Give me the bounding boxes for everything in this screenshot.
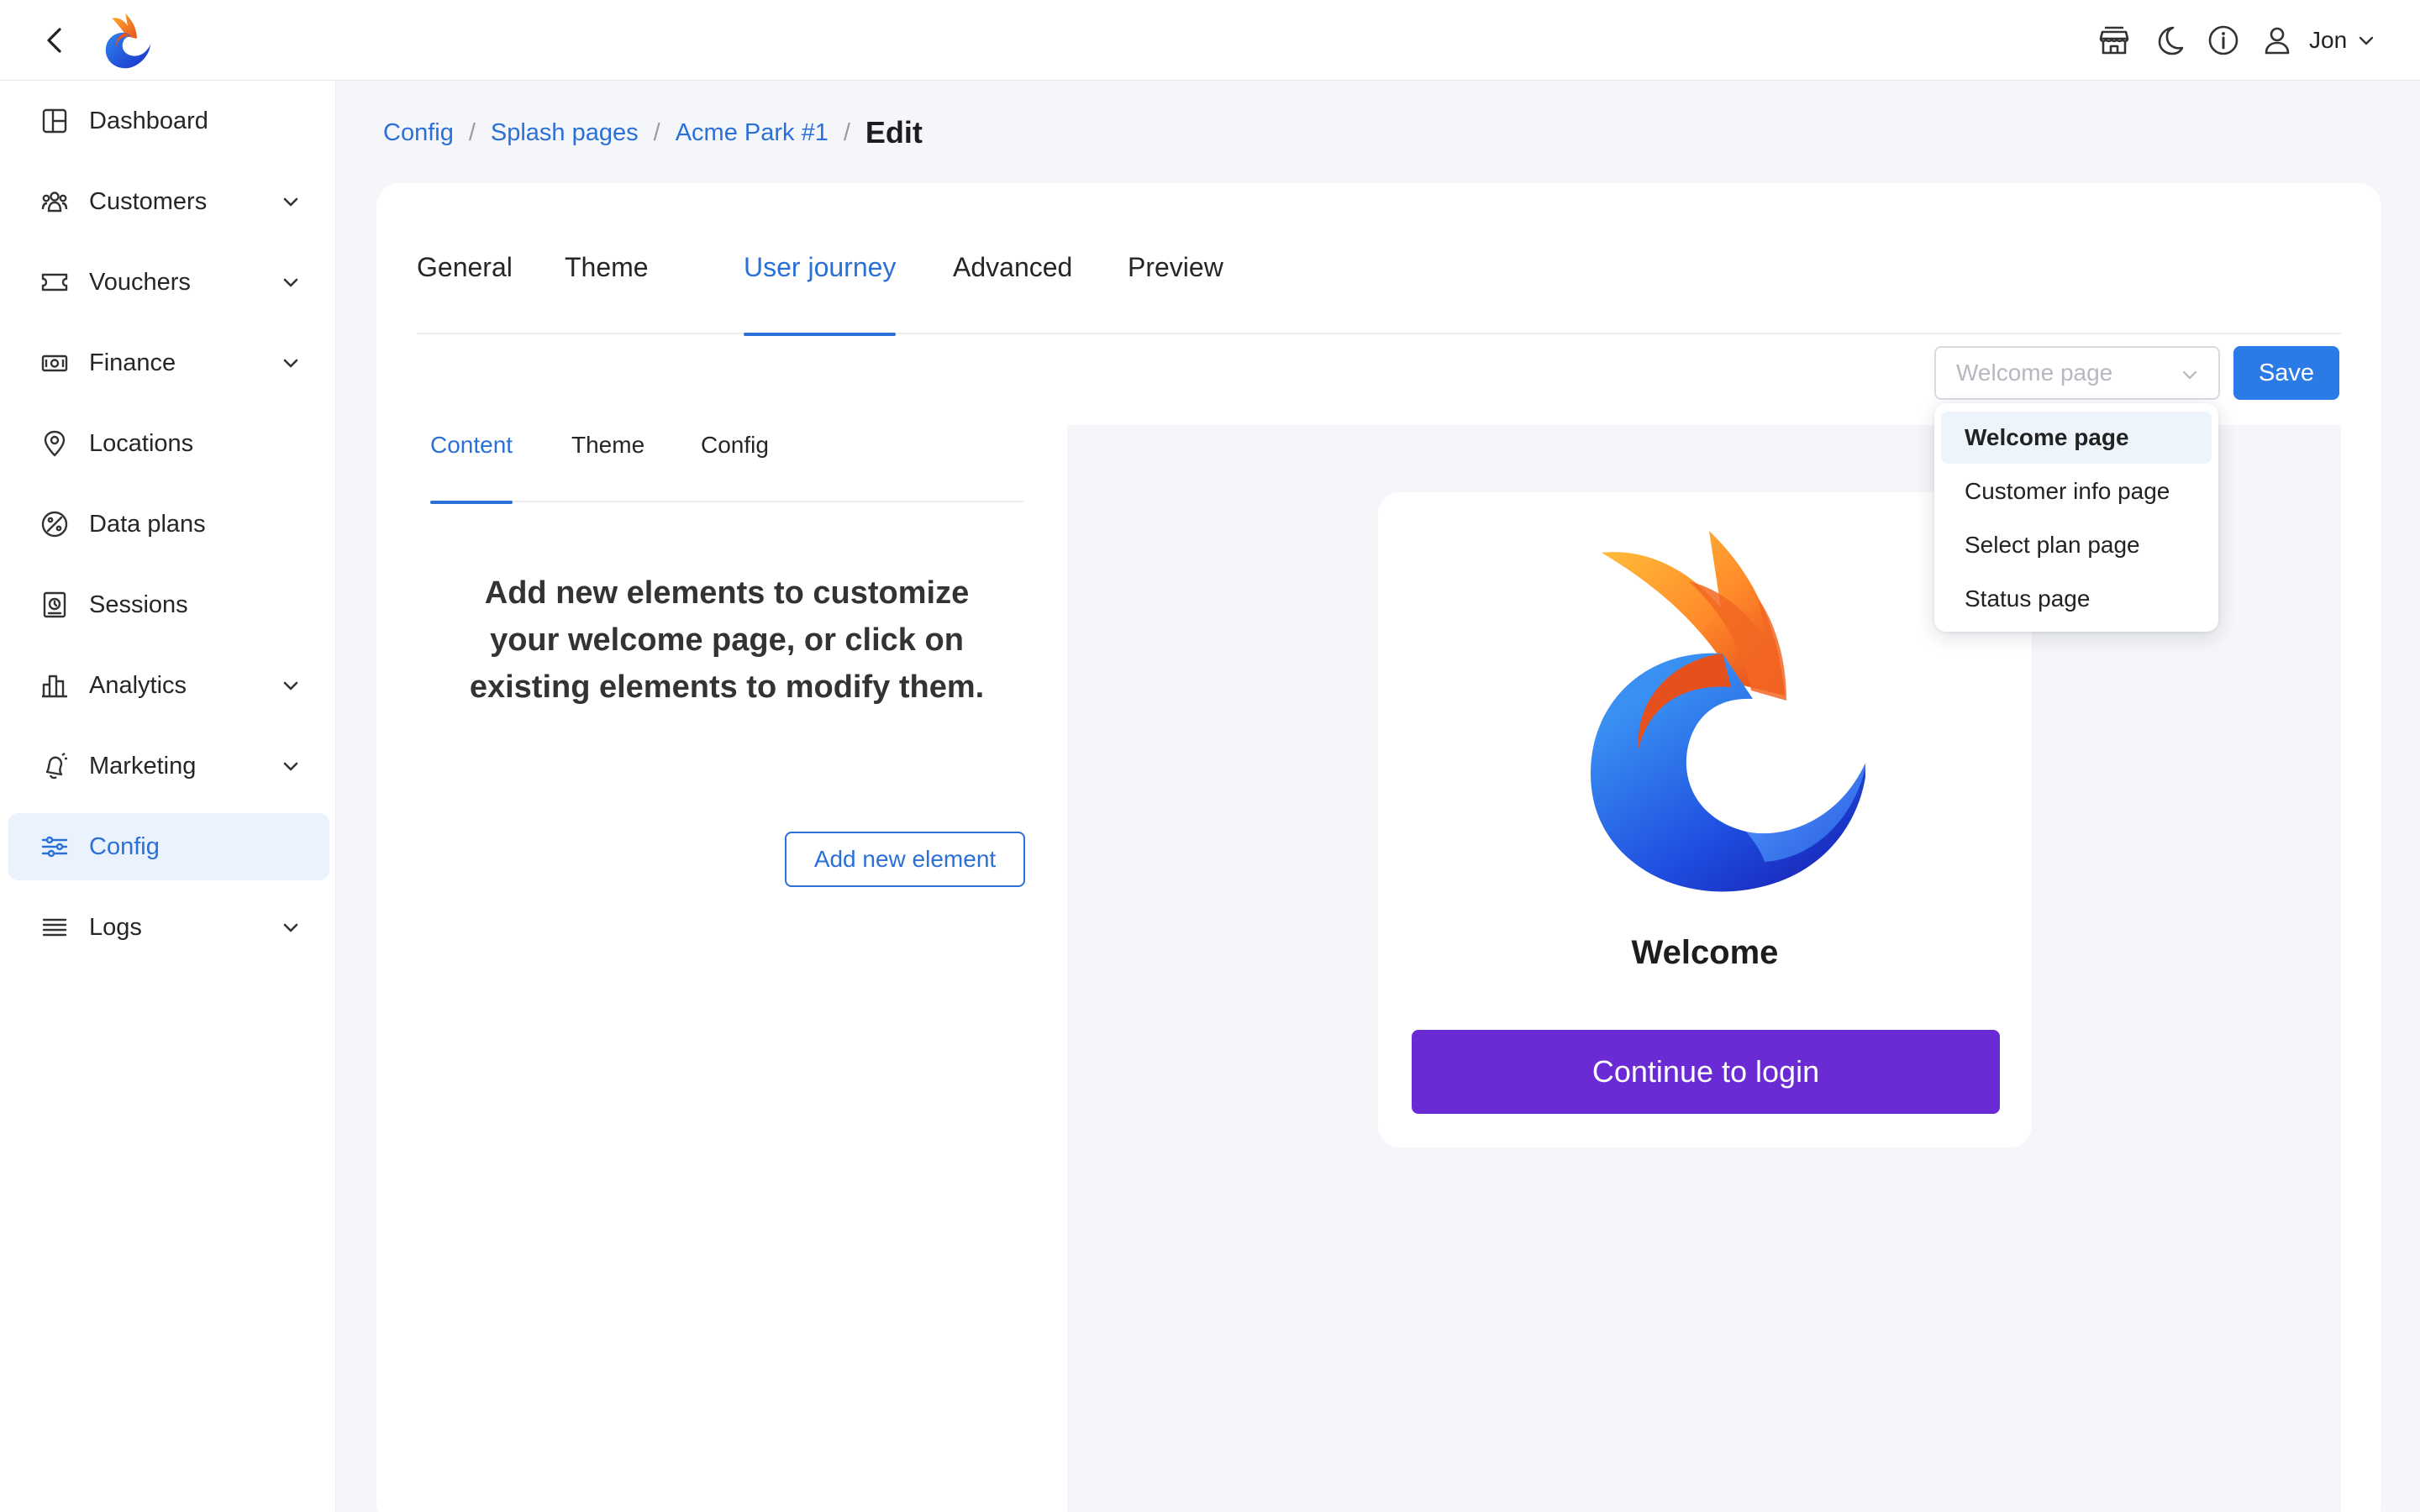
editor-subtab-bar: Content Theme Config (430, 432, 1023, 504)
preview-logo[interactable] (1563, 522, 1865, 904)
breadcrumb-separator: / (843, 118, 850, 146)
sidebar-item-label: Sessions (89, 591, 188, 618)
back-arrow-icon[interactable] (39, 24, 72, 57)
chevron-down-icon (281, 353, 301, 373)
ticket-icon (40, 268, 69, 297)
editor-hint: Add new elements to customize your welco… (469, 575, 985, 705)
sidebar-item-locations[interactable]: Locations (8, 410, 329, 477)
sidebar-item-analytics[interactable]: Analytics (8, 652, 329, 719)
sidebar-item-finance[interactable]: Finance (8, 329, 329, 396)
breadcrumb-acme-park[interactable]: Acme Park #1 (676, 119, 829, 147)
sidebar-item-label: Dashboard (89, 107, 208, 134)
chevron-down-icon (2357, 31, 2375, 50)
sessions-icon (40, 591, 69, 619)
sidebar-item-vouchers[interactable]: Vouchers (8, 249, 329, 316)
subtab-theme[interactable]: Theme (571, 432, 644, 502)
preview-welcome-title[interactable]: Welcome (1378, 934, 2032, 972)
option-welcome-page[interactable]: Welcome page (1941, 412, 2212, 464)
option-customer-info-page[interactable]: Customer info page (1941, 465, 2212, 517)
sidebar-item-label: Vouchers (89, 268, 191, 296)
option-status-page[interactable]: Status page (1941, 573, 2212, 625)
sidebar-item-label: Config (89, 832, 160, 860)
customers-icon (40, 187, 69, 216)
store-icon[interactable] (2097, 24, 2131, 57)
sidebar-item-label: Locations (89, 429, 194, 457)
breadcrumb: Config / Splash pages / Acme Park #1 / E… (383, 115, 923, 150)
sidebar: Dashboard Customers Vouchers Finance Loc… (0, 81, 336, 1512)
top-bar: Jon (0, 0, 2420, 81)
location-pin-icon (40, 429, 69, 458)
add-new-element-button[interactable]: Add new element (785, 832, 1025, 887)
tab-advanced[interactable]: Advanced (953, 250, 1072, 334)
dashboard-icon (40, 107, 69, 135)
option-select-plan-page[interactable]: Select plan page (1941, 519, 2212, 571)
sidebar-item-label: Finance (89, 349, 176, 376)
user-menu[interactable]: Jon (2309, 24, 2375, 57)
bell-icon (40, 752, 69, 780)
page-select[interactable]: Welcome page (1934, 346, 2220, 400)
breadcrumb-splash-pages[interactable]: Splash pages (491, 119, 639, 147)
chevron-down-icon (2180, 365, 2200, 385)
page-select-dropdown: Welcome page Customer info page Select p… (1934, 403, 2218, 632)
sidebar-item-config[interactable]: Config (8, 813, 329, 880)
sidebar-item-label: Customers (89, 187, 208, 215)
user-name[interactable]: Jon (2309, 27, 2347, 54)
sliders-icon (40, 832, 69, 861)
chevron-down-icon (281, 917, 301, 937)
subtab-config[interactable]: Config (701, 432, 769, 502)
main-card: General Theme User journey Advanced Prev… (376, 183, 2381, 1512)
chevron-down-icon (281, 192, 301, 212)
sidebar-item-sessions[interactable]: Sessions (8, 571, 329, 638)
subtab-content[interactable]: Content (430, 432, 513, 504)
money-icon (40, 349, 69, 377)
continue-to-login-button[interactable]: Continue to login (1412, 1030, 2000, 1114)
chevron-down-icon (281, 675, 301, 696)
breadcrumb-separator: / (653, 118, 660, 146)
sidebar-item-customers[interactable]: Customers (8, 168, 329, 235)
sidebar-item-label: Marketing (89, 752, 197, 780)
data-plan-icon (40, 510, 69, 538)
app-logo[interactable] (99, 10, 156, 71)
tab-preview[interactable]: Preview (1128, 250, 1223, 334)
user-icon[interactable] (2260, 24, 2294, 57)
breadcrumb-config[interactable]: Config (383, 119, 454, 147)
chevron-down-icon (281, 272, 301, 292)
sidebar-item-logs[interactable]: Logs (8, 894, 329, 961)
sidebar-item-label: Logs (89, 913, 142, 941)
page-select-placeholder: Welcome page (1956, 360, 2113, 386)
info-icon[interactable] (2207, 24, 2240, 57)
breadcrumb-separator: / (468, 118, 476, 146)
save-button[interactable]: Save (2233, 346, 2339, 400)
page-title: Edit (865, 115, 923, 150)
dark-mode-moon-icon[interactable] (2153, 24, 2186, 57)
list-icon (40, 913, 69, 942)
sidebar-item-label: Data plans (89, 510, 206, 538)
sidebar-item-dashboard[interactable]: Dashboard (8, 87, 329, 155)
tab-theme[interactable]: Theme (565, 250, 649, 334)
tab-bar: General Theme User journey Advanced Prev… (417, 250, 2341, 336)
sidebar-item-data-plans[interactable]: Data plans (8, 491, 329, 558)
tab-user-journey[interactable]: User journey (744, 250, 897, 336)
sidebar-item-marketing[interactable]: Marketing (8, 732, 329, 800)
sidebar-item-label: Analytics (89, 671, 187, 699)
chevron-down-icon (281, 756, 301, 776)
tab-general[interactable]: General (417, 250, 513, 334)
bar-chart-icon (40, 671, 69, 700)
